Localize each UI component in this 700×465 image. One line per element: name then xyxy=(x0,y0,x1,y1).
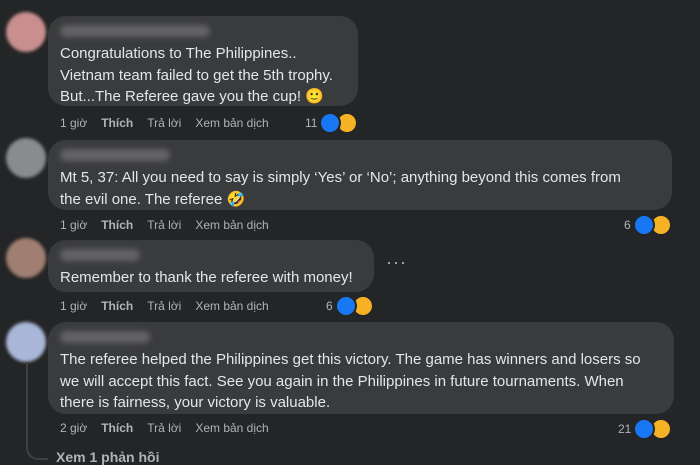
translate-button[interactable]: Xem bản dịch xyxy=(195,116,268,130)
translate-button[interactable]: Xem bản dịch xyxy=(195,421,268,435)
timestamp[interactable]: 1 giờ xyxy=(60,116,87,130)
comment-text: Congratulations to The Philippines.. Vie… xyxy=(60,45,333,105)
reaction-count: 11 xyxy=(305,116,318,130)
reaction-summary[interactable]: 21 xyxy=(618,418,673,440)
comment-actions: 2 giờ Thích Trả lời Xem bản dịch xyxy=(60,421,269,435)
translate-button[interactable]: Xem bản dịch xyxy=(195,299,268,313)
comment-bubble: Remember to thank the referee with money… xyxy=(48,240,374,292)
like-button[interactable]: Thích xyxy=(101,299,133,313)
avatar[interactable] xyxy=(6,12,46,52)
comment-actions: 1 giờ Thích Trả lời Xem bản dịch xyxy=(60,116,269,130)
reply-button[interactable]: Trả lời xyxy=(147,116,181,130)
like-button[interactable]: Thích xyxy=(101,218,133,232)
comment-bubble: The referee helped the Philippines get t… xyxy=(48,322,674,414)
reaction-summary[interactable]: 6 xyxy=(624,214,672,236)
comment-text: Remember to thank the referee with money… xyxy=(60,269,353,286)
comment-bubble: Congratulations to The Philippines.. Vie… xyxy=(48,16,358,106)
thumbs-up-icon xyxy=(633,418,656,440)
avatar[interactable] xyxy=(6,238,46,278)
like-button[interactable]: Thích xyxy=(101,421,133,435)
commenter-name[interactable] xyxy=(60,331,150,343)
comment-actions: 1 giờ Thích Trả lời Xem bản dịch xyxy=(60,218,269,232)
reaction-summary[interactable]: 11 xyxy=(305,112,359,134)
thumbs-up-icon xyxy=(632,214,655,236)
avatar[interactable] xyxy=(6,322,46,362)
commenter-name[interactable] xyxy=(60,25,210,37)
commenter-name[interactable] xyxy=(60,249,140,261)
translate-button[interactable]: Xem bản dịch xyxy=(195,218,268,232)
commenter-name[interactable] xyxy=(60,149,170,161)
reaction-count: 21 xyxy=(618,422,632,436)
like-button[interactable]: Thích xyxy=(101,116,133,130)
comment-text: Mt 5, 37: All you need to say is simply … xyxy=(60,169,621,208)
timestamp[interactable]: 1 giờ xyxy=(60,299,87,313)
comment-actions: 1 giờ Thích Trả lời Xem bản dịch xyxy=(60,299,269,313)
avatar[interactable] xyxy=(6,138,46,178)
reaction-count: 6 xyxy=(624,218,631,232)
more-options-icon[interactable]: ··· xyxy=(386,252,407,273)
timestamp[interactable]: 2 giờ xyxy=(60,421,87,435)
thumbs-up-icon xyxy=(334,295,357,317)
comment-bubble: Mt 5, 37: All you need to say is simply … xyxy=(48,140,672,210)
reaction-summary[interactable]: 6 xyxy=(326,295,374,317)
reply-button[interactable]: Trả lời xyxy=(147,421,181,435)
timestamp[interactable]: 1 giờ xyxy=(60,218,87,232)
reply-thread-line xyxy=(26,362,48,460)
comment-text: The referee helped the Philippines get t… xyxy=(60,351,641,411)
reply-button[interactable]: Trả lời xyxy=(147,299,181,313)
view-replies-link[interactable]: Xem 1 phản hồi xyxy=(56,449,159,465)
reply-button[interactable]: Trả lời xyxy=(147,218,181,232)
reaction-count: 6 xyxy=(326,299,333,313)
